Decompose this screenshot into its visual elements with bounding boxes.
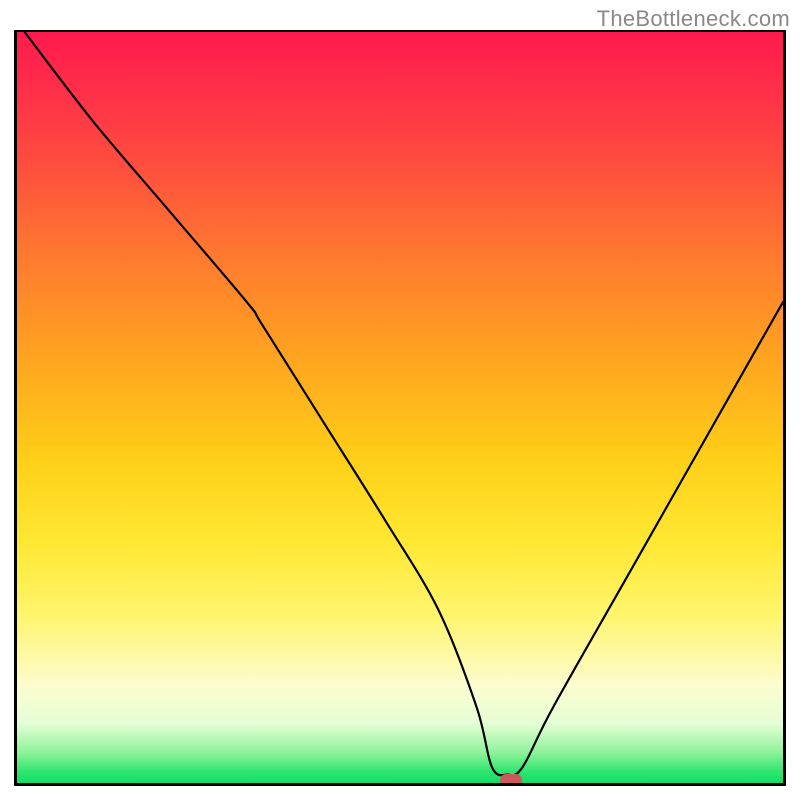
- bottleneck-curve: [17, 32, 783, 782]
- optimum-marker-icon: [500, 774, 522, 786]
- watermark-text: TheBottleneck.com: [597, 6, 790, 32]
- chart-stage: TheBottleneck.com: [0, 0, 800, 800]
- curve-path: [25, 32, 783, 775]
- plot-frame: [14, 30, 786, 786]
